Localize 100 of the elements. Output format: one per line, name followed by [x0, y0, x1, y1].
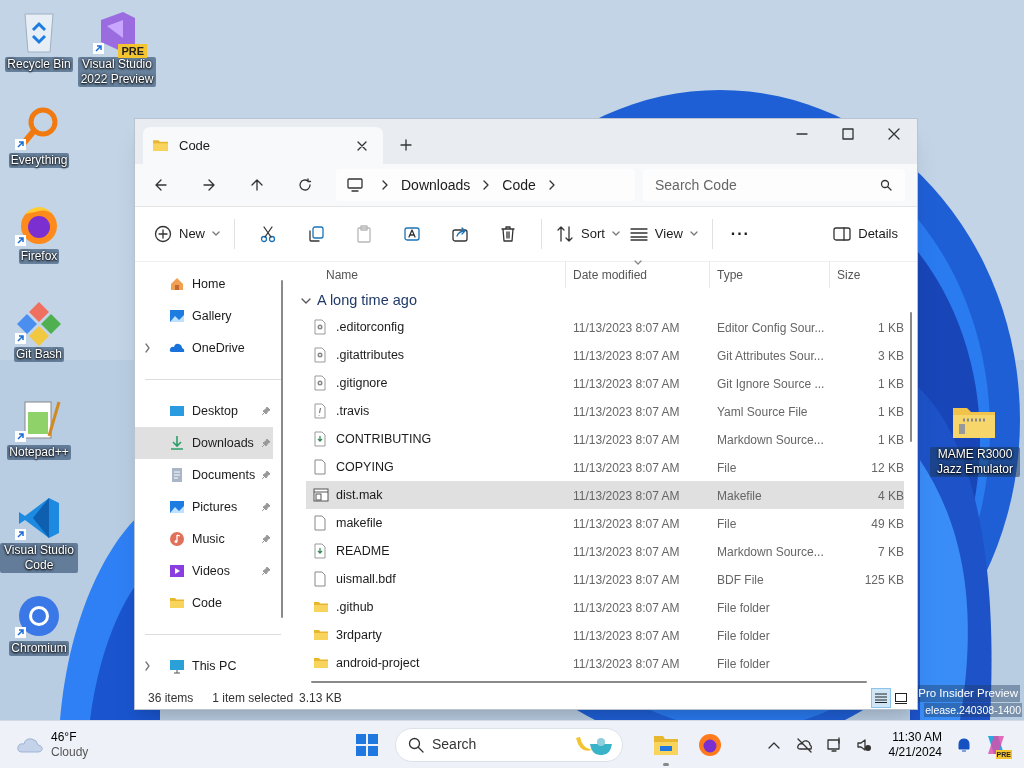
file-row[interactable]: .github 11/13/2023 8:07 AM File folder: [306, 593, 904, 621]
settings-file-icon: [313, 347, 329, 363]
search-field[interactable]: Search Code: [643, 169, 905, 201]
scissors-icon: [259, 225, 277, 243]
file-name: makefile: [336, 514, 383, 532]
address-bar[interactable]: Downloads Code: [336, 169, 635, 201]
scrollbar[interactable]: [281, 280, 283, 618]
share-icon: [451, 225, 469, 243]
column-header[interactable]: Size: [830, 262, 906, 288]
taskbar-search-input[interactable]: Search: [432, 734, 566, 755]
file-row[interactable]: android-project 11/13/2023 8:07 AM File folder: [306, 649, 904, 677]
desktop-icon-label[interactable]: Git Bash: [14, 347, 64, 362]
group-header[interactable]: A long time ago: [291, 288, 917, 313]
file-name: uismall.bdf: [336, 570, 396, 588]
file-row[interactable]: makefile 11/13/2023 8:07 AM File 49 KB: [306, 509, 904, 537]
document-icon: [169, 467, 185, 483]
breadcrumb-item[interactable]: Downloads: [401, 174, 471, 196]
type-cell: File: [717, 517, 737, 531]
sidebar-item[interactable]: Gallery: [135, 300, 273, 332]
tab-title: Code: [179, 136, 212, 155]
size-cell: 125 KB: [864, 573, 904, 587]
file-row[interactable]: CONTRIBUTING 11/13/2023 8:07 AM Markdown Source... 1 KB: [306, 425, 904, 453]
sort-button[interactable]: Sort: [551, 218, 625, 250]
desktop-icon-label[interactable]: Visual Studio 2022 Preview: [78, 57, 156, 87]
date-cell: 11/13/2023 8:07 AM: [573, 433, 680, 447]
lines-icon: [629, 225, 648, 243]
desktop-icon-label[interactable]: Firefox: [18, 249, 60, 264]
details-button[interactable]: Details: [828, 218, 903, 250]
desktop-icon-label[interactable]: MAME R3000 Jazz Emulator: [930, 447, 1020, 477]
chevron-down-icon: [301, 296, 311, 305]
more-button[interactable]: ···: [721, 218, 759, 250]
file-name: dist.mak: [336, 486, 383, 504]
refresh-icon: [298, 178, 312, 192]
file-row[interactable]: COPYING 11/13/2023 8:07 AM File 12 KB: [306, 453, 904, 481]
sidebar-item[interactable]: Home: [135, 268, 273, 300]
file-row[interactable]: .travis 11/13/2023 8:07 AM Yaml Source File 1 KB: [306, 397, 904, 425]
size-cell: 4 KB: [878, 489, 904, 503]
cloud-icon: [17, 735, 43, 754]
size-cell: 49 KB: [871, 517, 904, 531]
desktop-icon-label[interactable]: Visual Studio Code: [0, 543, 78, 573]
tab[interactable]: Code: [143, 127, 383, 164]
scrollbar[interactable]: [910, 312, 912, 442]
preview-badge: PRE: [118, 44, 147, 58]
desktop-icon-label[interactable]: Chromium: [9, 641, 69, 656]
pin-icon: [261, 534, 271, 544]
file-row[interactable]: .gitignore 11/13/2023 8:07 AM Git Ignore Source ... 1 KB: [306, 369, 904, 397]
type-cell: Makefile: [717, 489, 762, 503]
details-view-button[interactable]: [871, 688, 891, 708]
music-note-icon: [169, 531, 185, 547]
sidebar-item[interactable]: Videos: [135, 555, 273, 587]
column-header[interactable]: Date modified: [566, 262, 710, 288]
desktop-icon-label[interactable]: Recycle Bin: [5, 57, 73, 72]
file-row[interactable]: uismall.bdf 11/13/2023 8:07 AM BDF File 125 KB: [306, 565, 904, 593]
cloud-off-icon: [795, 736, 812, 753]
tile-icon: [895, 692, 907, 704]
sort-arrows-icon: [556, 225, 574, 243]
sidebar-item[interactable]: OneDrive: [135, 332, 273, 364]
column-header[interactable]: Type: [710, 262, 830, 288]
date-cell: 11/13/2023 8:07 AM: [573, 321, 680, 335]
sidebar-item[interactable]: Pictures: [135, 491, 273, 523]
blank-file-icon: [313, 515, 329, 531]
type-cell: Git Attributes Sour...: [717, 349, 824, 363]
new-button[interactable]: New: [149, 218, 225, 250]
column-header[interactable]: Name: [291, 262, 566, 288]
type-cell: File folder: [717, 657, 770, 671]
desktop-icon-label[interactable]: Everything: [8, 153, 70, 168]
file-row[interactable]: README 11/13/2023 8:07 AM Markdown Source... 7 KB: [306, 537, 904, 565]
sidebar-item[interactable]: Code: [135, 587, 273, 619]
search-icon: [880, 179, 892, 191]
network-pc-icon: [825, 736, 842, 753]
settings-file-icon: [313, 375, 329, 391]
pin-icon: [261, 406, 271, 416]
file-row[interactable]: .gitattributes 11/13/2023 8:07 AM Git Attributes Sour... 3 KB: [306, 341, 904, 369]
file-name: COPYING: [336, 458, 394, 476]
copy-icon: [307, 225, 325, 243]
sidebar-item[interactable]: This PC: [135, 650, 273, 682]
pin-icon: [261, 502, 271, 512]
file-row[interactable]: 3rdparty 11/13/2023 8:07 AM File folder: [306, 621, 904, 649]
sidebar-item[interactable]: Music: [135, 523, 273, 555]
item-count: 36 items: [148, 690, 194, 707]
computer-icon: [347, 178, 363, 192]
desktop-icon-label[interactable]: Notepad++: [7, 445, 71, 460]
sidebar-item[interactable]: Desktop: [135, 395, 273, 427]
file-name: .github: [336, 598, 374, 616]
file-row[interactable]: .editorconfig 11/13/2023 8:07 AM Editor Config Sour... 1 KB: [306, 313, 904, 341]
clock[interactable]: 11:30 AM 4/21/2024: [888, 729, 942, 760]
taskbar-search-field[interactable]: Search: [395, 727, 623, 762]
view-button[interactable]: View: [624, 218, 703, 250]
scrollbar[interactable]: [311, 681, 867, 683]
file-row[interactable]: dist.mak 11/13/2023 8:07 AM Makefile 4 KB: [306, 481, 904, 509]
download-arrow-icon: [169, 435, 185, 451]
sidebar-item[interactable]: Documents: [135, 459, 273, 491]
pin-icon: [261, 470, 271, 480]
date-cell: 11/13/2023 8:07 AM: [573, 629, 680, 643]
breadcrumb-item[interactable]: Code: [502, 174, 536, 196]
trash-icon: [499, 225, 517, 243]
maximize-icon: [841, 128, 855, 140]
monitor-icon: [169, 658, 185, 674]
sidebar-item[interactable]: Downloads: [135, 427, 273, 459]
clipboard-icon: [355, 225, 373, 243]
